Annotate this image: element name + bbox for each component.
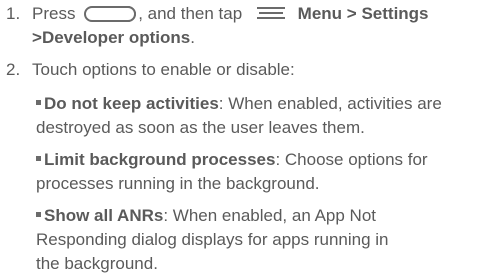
separator: > — [32, 28, 42, 47]
option-description: : When enabled, activities are — [218, 94, 442, 113]
option-description: destroyed as soon as the user leaves the… — [36, 118, 365, 137]
separator: > — [346, 4, 357, 23]
step-1-text: Press , and then tap Menu > Settings >De… — [32, 2, 481, 50]
option-description: the background. — [36, 254, 158, 273]
press-text: Press — [32, 4, 76, 23]
home-button-icon — [84, 6, 137, 22]
bullet-icon — [36, 212, 41, 217]
option-limit-background-processes: Limit background processes: Choose optio… — [36, 148, 481, 196]
option-description: : Choose options for — [275, 150, 428, 169]
step-2-text: Touch options to enable or disable: — [32, 60, 295, 79]
step-2: 2. Touch options to enable or disable: — [6, 58, 481, 82]
option-do-not-keep-activities: Do not keep activities: When enabled, ac… — [36, 92, 481, 140]
step-1: 1. Press , and then tap Menu > Settings … — [6, 2, 481, 50]
option-name: Do not keep activities — [44, 94, 219, 113]
option-name: Show all ANRs — [44, 206, 164, 225]
option-description: : When enabled, an App Not — [163, 206, 376, 225]
period: . — [190, 28, 195, 47]
menu-label: Menu — [297, 4, 343, 23]
option-show-all-anrs: Show all ANRs: When enabled, an App Not … — [36, 204, 481, 276]
bullet-icon — [36, 156, 41, 161]
instructions-document: 1. Press , and then tap Menu > Settings … — [0, 0, 485, 273]
option-description: Responding dialog displays for apps runn… — [36, 230, 389, 249]
bullet-icon — [36, 100, 41, 105]
menu-icon — [253, 5, 289, 21]
step-number: 2. — [6, 60, 21, 79]
settings-label: Settings — [361, 4, 429, 23]
developer-options-label: Developer options — [41, 28, 191, 47]
option-name: Limit background processes — [44, 150, 276, 169]
then-tap-text: , and then tap — [138, 4, 243, 23]
option-description: processes running in the background. — [36, 174, 320, 193]
step-number: 1. — [6, 4, 21, 23]
